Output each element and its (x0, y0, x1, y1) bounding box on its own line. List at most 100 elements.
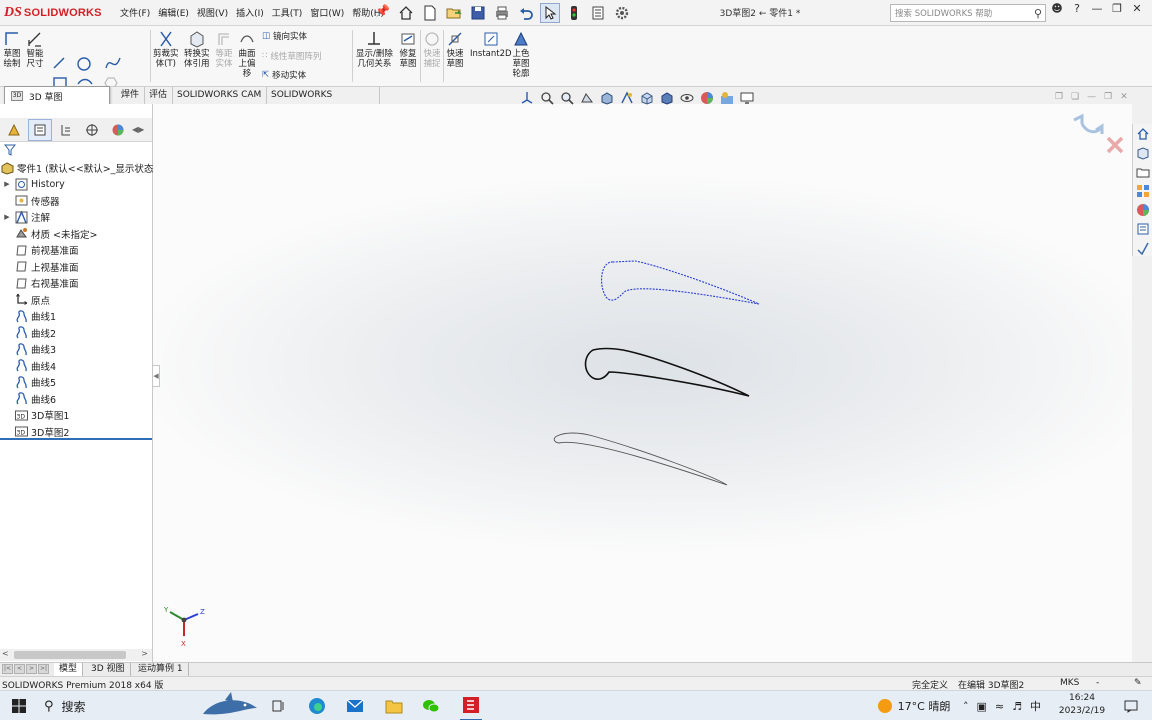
expand-arrow-icon[interactable]: ▶ (0, 213, 14, 221)
scroll-thumb[interactable] (14, 651, 126, 659)
tree-item[interactable]: 3D 3D草图1 (0, 407, 69, 423)
filter-icon[interactable] (4, 144, 16, 156)
taskbar-search[interactable]: ⚲ 搜索 (40, 691, 200, 720)
menu-window[interactable]: 窗口(W) (306, 6, 348, 19)
tab-weldments[interactable]: 焊件 (116, 87, 146, 104)
tree-item[interactable]: 上视基准面 (0, 259, 79, 275)
view-orientation-cube-icon[interactable] (638, 90, 655, 105)
blade-section-middle-curve[interactable] (584, 347, 750, 397)
panel-collapse-handle[interactable]: ◀ (152, 365, 160, 387)
quick-snaps-button[interactable]: 快速 捕捉 (423, 30, 441, 69)
forum-icon[interactable] (1135, 240, 1151, 255)
panel-tabs-scroll-icon[interactable]: ◀▶ (132, 125, 144, 134)
tree-item[interactable]: 曲线6 (0, 391, 56, 407)
edge-browser-icon[interactable] (306, 691, 328, 720)
options-gear-icon[interactable] (612, 3, 632, 23)
user-icon[interactable]: ☻ (1050, 2, 1064, 15)
tree-root-part[interactable]: 零件1 (默认<<默认>_显示状态 (0, 160, 153, 176)
offset-on-surface-button[interactable]: 曲面 上偏 移 (238, 30, 256, 79)
display-relations-button[interactable]: 显示/删除 几何关系 (356, 30, 393, 69)
viewport-split-icon[interactable]: ❏ (1071, 92, 1079, 102)
pin-icon[interactable]: 📌 (375, 4, 390, 18)
dynamic-annotation-icon[interactable] (618, 90, 635, 105)
minimize-icon[interactable]: — (1090, 2, 1104, 15)
mail-icon[interactable] (344, 691, 366, 720)
expand-arrow-icon[interactable]: ▶ (0, 180, 14, 188)
notifications-icon[interactable] (1120, 691, 1142, 720)
tab-next-icon[interactable]: > (26, 664, 37, 674)
network-icon[interactable]: ▣ (977, 700, 987, 713)
ime-indicator[interactable]: 中 (1030, 698, 1041, 714)
rapid-sketch-button[interactable]: 快速 草图 (446, 30, 464, 69)
wifi-icon[interactable]: ≈ (995, 700, 1004, 713)
display-style-icon[interactable] (658, 90, 675, 105)
view-settings-icon[interactable] (738, 90, 755, 105)
rollback-bar[interactable] (0, 438, 152, 440)
tab-last-icon[interactable]: >| (38, 664, 49, 674)
zoom-area-icon[interactable] (558, 90, 575, 105)
solidworks-taskbar-icon[interactable] (460, 691, 482, 720)
instant2d-button[interactable]: Instant2D (470, 30, 512, 59)
open-icon[interactable] (444, 3, 464, 23)
solidworks-logo[interactable]: DS SOLIDWORKS (4, 3, 104, 23)
move-entities-button[interactable]: ⇱ 移动实体 (262, 69, 306, 81)
tree-item[interactable]: 曲线5 (0, 374, 56, 390)
restore-icon[interactable]: ❐ (1110, 2, 1124, 15)
tree-item[interactable]: 曲线2 (0, 325, 56, 341)
save-icon[interactable] (468, 3, 488, 23)
tree-item[interactable]: ▶ 注解 (0, 209, 50, 225)
windows-start-icon[interactable] (8, 691, 30, 720)
wechat-icon[interactable] (420, 691, 442, 720)
viewport-tile-icon[interactable]: ❐ (1055, 92, 1063, 102)
tab-evaluate[interactable]: 评估 (144, 87, 174, 104)
dimxpert-tab[interactable] (80, 119, 104, 141)
display-manager-tab[interactable] (106, 119, 130, 141)
menu-file[interactable]: 文件(F) (116, 6, 154, 19)
file-properties-icon[interactable] (588, 3, 608, 23)
tree-horizontal-scrollbar[interactable]: < > (0, 649, 152, 661)
task-view-icon[interactable] (268, 691, 290, 720)
hide-show-items-icon[interactable] (678, 90, 695, 105)
tree-item[interactable]: 传感器 (0, 193, 60, 209)
design-library-icon[interactable] (1135, 145, 1151, 160)
linear-pattern-button[interactable]: ∷ 线性草图阵列 (262, 50, 321, 62)
shaded-sketch-button[interactable]: 上色 草图 轮廓 (512, 30, 530, 79)
undo-icon[interactable] (516, 3, 536, 23)
convert-entities-button[interactable]: 转换实 体引用 (184, 30, 210, 69)
volume-icon[interactable]: ♬ (1012, 700, 1022, 713)
help-search-input[interactable]: 搜索 SOLIDWORKS 帮助 ⚲ (890, 4, 1046, 22)
smart-dimension-button[interactable]: 智能 尺寸 (26, 30, 44, 69)
menu-tools[interactable]: 工具(T) (268, 6, 307, 19)
custom-properties-icon[interactable] (1135, 221, 1151, 236)
view-palette-icon[interactable] (1135, 183, 1151, 198)
home-icon[interactable] (396, 3, 416, 23)
apply-scene-icon[interactable] (718, 90, 735, 105)
taskbar-clock[interactable]: 16:24 2023/2/19 (1052, 692, 1112, 718)
property-manager-tab[interactable] (28, 118, 52, 141)
rebuild-icon[interactable] (564, 3, 584, 23)
select-arrow-icon[interactable] (540, 3, 560, 23)
exit-sketch-icon[interactable] (1073, 113, 1104, 134)
status-bar-customize-icon[interactable]: ✎ (1134, 678, 1142, 688)
tab-motion-study[interactable]: 运动算例 1 (133, 663, 189, 676)
tab-model[interactable]: 模型 (54, 663, 84, 676)
zoom-to-fit-icon[interactable] (538, 90, 555, 105)
tray-overflow-icon[interactable]: ˄ (963, 700, 969, 713)
tab-3d-views[interactable]: 3D 视图 (86, 663, 131, 676)
blade-section-bottom-curve[interactable] (553, 432, 728, 486)
menu-view[interactable]: 视图(V) (193, 6, 232, 19)
tree-item[interactable]: 曲线1 (0, 308, 56, 324)
tree-item[interactable]: 材质 <未指定> (0, 226, 97, 242)
search-icon[interactable]: ⚲ (1034, 7, 1042, 20)
shark-widget-icon[interactable] (200, 691, 260, 720)
sketch-curves[interactable] (153, 104, 1132, 662)
confirmation-corner[interactable] (1072, 112, 1132, 162)
file-explorer-taskbar-icon[interactable] (383, 691, 405, 720)
feature-manager-tab[interactable] (2, 119, 26, 141)
print-icon[interactable] (492, 3, 512, 23)
trim-entities-button[interactable]: 剪裁实 体(T) (153, 30, 179, 69)
viewport-minimize-icon[interactable]: — (1087, 92, 1096, 102)
new-document-icon[interactable] (420, 3, 440, 23)
sketch-button[interactable]: 草图 绘制 (3, 30, 21, 69)
view-orientation-icon[interactable] (518, 90, 535, 105)
